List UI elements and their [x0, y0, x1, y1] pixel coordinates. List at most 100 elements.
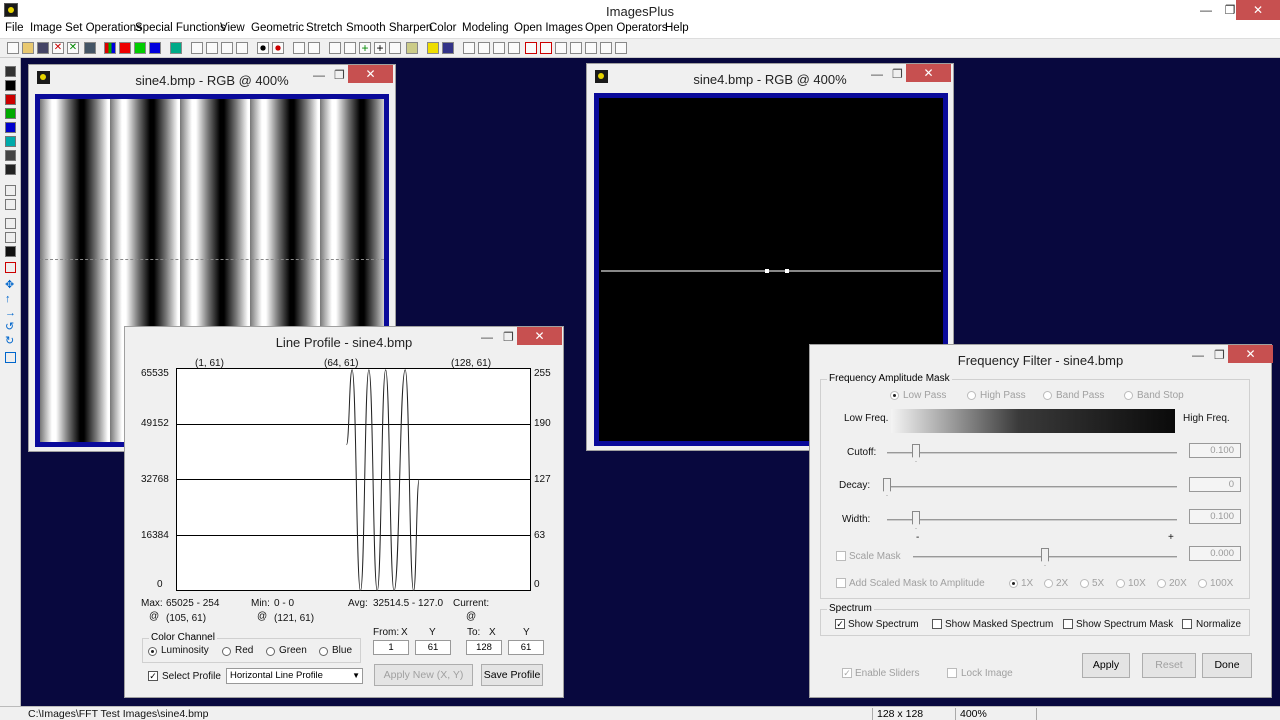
grid-icon[interactable]	[170, 42, 182, 54]
zoom-actual-icon[interactable]	[508, 42, 520, 54]
radio-blue-label[interactable]: Blue	[332, 645, 352, 656]
frequency-filter-minimize[interactable]: —	[1192, 348, 1204, 362]
radio-low-pass[interactable]	[890, 391, 899, 400]
tool-3-icon[interactable]	[5, 150, 16, 161]
line-profile-window[interactable]: Line Profile - sine4.bmp — ❐ ✕ (1, 61) (…	[124, 326, 564, 698]
tool-9-icon[interactable]	[5, 246, 16, 257]
frequency-filter-titlebar[interactable]: Frequency Filter - sine4.bmp — ❐ ✕	[810, 345, 1273, 375]
decay-value-field[interactable]: 0	[1189, 477, 1241, 492]
radio-1x[interactable]	[1009, 579, 1018, 588]
line-profile-maximize[interactable]: ❐	[503, 330, 514, 344]
tool-4-icon[interactable]	[5, 164, 16, 175]
menu-modeling[interactable]: Modeling	[462, 22, 509, 34]
radio-band-pass-label[interactable]: Band Pass	[1056, 390, 1104, 401]
done-button[interactable]: Done	[1202, 653, 1252, 678]
crosshair-icon[interactable]: +	[374, 42, 386, 54]
tool-green-icon[interactable]	[5, 108, 16, 119]
line-profile-close[interactable]: ✕	[517, 327, 562, 345]
rotate-left-icon[interactable]: ↺	[5, 322, 16, 333]
radio-5x[interactable]	[1080, 579, 1089, 588]
radio-luminosity[interactable]	[148, 647, 157, 656]
image-window-2-maximize[interactable]: ❐	[892, 67, 903, 81]
show-spectrum-label[interactable]: Show Spectrum	[848, 619, 919, 630]
width-slider-thumb[interactable]	[912, 511, 920, 529]
radio-100x-label[interactable]: 100X	[1210, 578, 1233, 589]
radio-20x[interactable]	[1157, 579, 1166, 588]
profile-icon[interactable]	[308, 42, 320, 54]
radio-band-stop[interactable]	[1124, 391, 1133, 400]
line-profile-titlebar[interactable]: Line Profile - sine4.bmp — ❐ ✕	[125, 327, 563, 357]
subtract-icon[interactable]	[540, 42, 552, 54]
cutoff-value-field[interactable]: 0.100	[1189, 443, 1241, 458]
green-channel-icon[interactable]	[134, 42, 146, 54]
arrow-up-icon[interactable]: ↑	[5, 294, 16, 305]
zoom-fit-icon[interactable]	[493, 42, 505, 54]
to-y-field[interactable]: 61	[508, 640, 544, 655]
show-masked-spectrum-checkbox[interactable]	[932, 619, 942, 629]
window-1-icon[interactable]	[555, 42, 567, 54]
show-spectrum-checkbox[interactable]: ✓	[835, 619, 845, 629]
show-spectrum-mask-label[interactable]: Show Spectrum Mask	[1076, 619, 1173, 630]
show-spectrum-mask-checkbox[interactable]	[1063, 619, 1073, 629]
menu-view[interactable]: View	[220, 22, 245, 34]
new-icon[interactable]	[7, 42, 19, 54]
undo-icon[interactable]	[191, 42, 203, 54]
frequency-filter-maximize[interactable]: ❐	[1214, 348, 1225, 362]
tool-2-icon[interactable]	[5, 80, 16, 91]
enable-sliders-checkbox[interactable]: ✓	[842, 668, 852, 678]
radio-10x-label[interactable]: 10X	[1128, 578, 1146, 589]
profile-type-select[interactable]: Horizontal Line Profile ▼	[226, 668, 363, 684]
save-profile-button[interactable]: Save Profile	[481, 664, 543, 686]
image-window-2-close[interactable]: ✕	[906, 64, 951, 82]
menu-help[interactable]: Help	[665, 22, 689, 34]
radio-low-pass-label[interactable]: Low Pass	[903, 390, 946, 401]
line-profile-chart[interactable]	[176, 368, 531, 591]
radio-high-pass-label[interactable]: High Pass	[980, 390, 1026, 401]
scale-mask-slider-thumb[interactable]	[1041, 548, 1049, 566]
from-y-field[interactable]: 61	[415, 640, 451, 655]
scale-mask-checkbox[interactable]	[836, 551, 846, 561]
radio-red[interactable]	[222, 647, 231, 656]
radio-blue[interactable]	[319, 647, 328, 656]
redo-icon[interactable]	[206, 42, 218, 54]
apply-new-button[interactable]: Apply New (X, Y)	[374, 664, 473, 686]
pencil-icon[interactable]	[427, 42, 439, 54]
tool-8-icon[interactable]	[5, 232, 16, 243]
menu-smooth-sharpen[interactable]: Smooth Sharpen	[346, 22, 432, 34]
decay-slider-thumb[interactable]	[883, 478, 891, 496]
redo-all-icon[interactable]	[236, 42, 248, 54]
add-scaled-mask-label[interactable]: Add Scaled Mask to Amplitude	[849, 578, 985, 589]
width-slider[interactable]	[887, 519, 1177, 521]
zoom-out-icon[interactable]	[478, 42, 490, 54]
select-profile-label[interactable]: Select Profile	[162, 671, 221, 682]
image-window-1-minimize[interactable]: —	[313, 68, 325, 82]
radio-high-pass[interactable]	[967, 391, 976, 400]
tool-red-icon[interactable]	[5, 94, 16, 105]
point-icon[interactable]	[257, 42, 269, 54]
image-window-1-titlebar[interactable]: sine4.bmp - RGB @ 400% — ❐ ✕	[29, 65, 395, 95]
chevron-down-icon[interactable]: ▼	[352, 669, 360, 682]
radio-green-label[interactable]: Green	[279, 645, 307, 656]
enable-sliders-label[interactable]: Enable Sliders	[855, 668, 919, 679]
close-all-icon[interactable]: ✕	[67, 42, 79, 54]
tool-7-icon[interactable]	[5, 218, 16, 229]
zoom-in-icon[interactable]	[463, 42, 475, 54]
normalize-label[interactable]: Normalize	[1196, 619, 1241, 630]
radio-1x-label[interactable]: 1X	[1021, 578, 1033, 589]
radio-20x-label[interactable]: 20X	[1169, 578, 1187, 589]
target-icon[interactable]	[272, 42, 284, 54]
rgb-icon[interactable]	[104, 42, 116, 54]
line-profile-minimize[interactable]: —	[481, 330, 493, 344]
plus-icon[interactable]: +	[359, 42, 371, 54]
window-3-icon[interactable]	[585, 42, 597, 54]
menu-open-operators[interactable]: Open Operators	[585, 22, 667, 34]
tool-cyan-icon[interactable]	[5, 136, 16, 147]
close-image-icon[interactable]: ✕	[52, 42, 64, 54]
tool-5-icon[interactable]	[5, 185, 16, 196]
menu-geometric[interactable]: Geometric	[251, 22, 304, 34]
radio-2x[interactable]	[1044, 579, 1053, 588]
lock-image-label[interactable]: Lock Image	[961, 668, 1013, 679]
radio-100x[interactable]	[1198, 579, 1207, 588]
menu-open-images[interactable]: Open Images	[514, 22, 583, 34]
save-icon[interactable]	[37, 42, 49, 54]
